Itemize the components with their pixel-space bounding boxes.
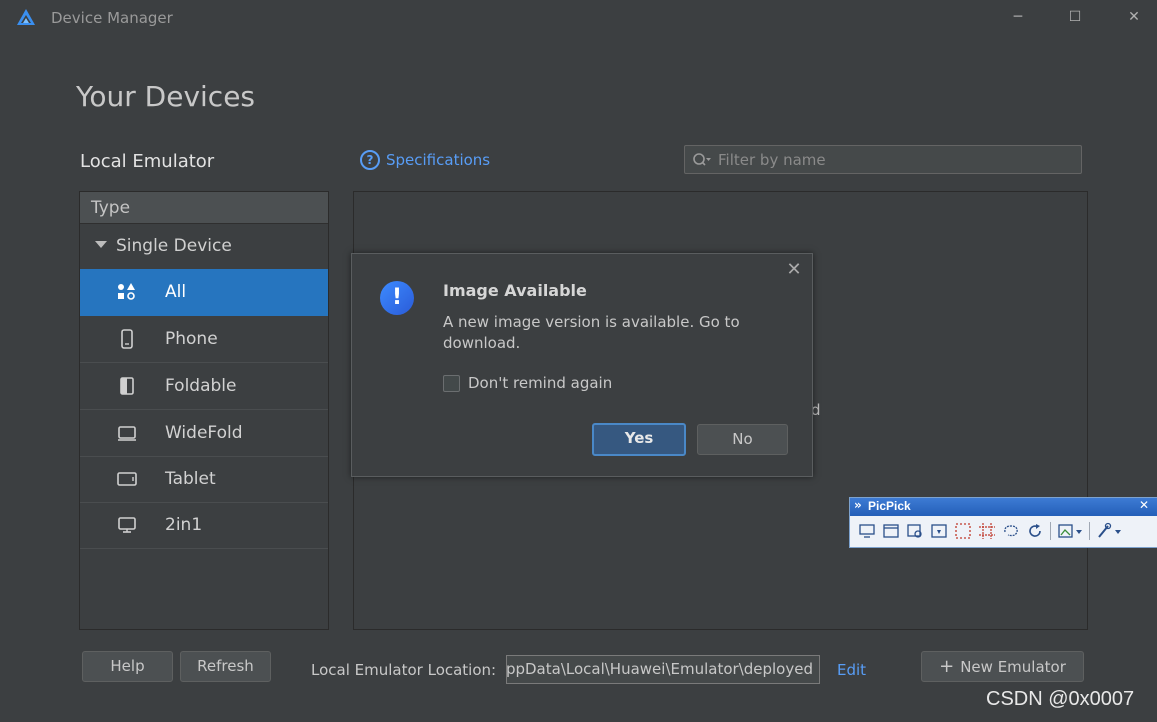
apps-grid-icon bbox=[118, 283, 135, 300]
sidebar-item-2in1[interactable]: 2in1 bbox=[80, 502, 328, 549]
group-label: Single Device bbox=[116, 236, 232, 256]
image-available-dialog: ✕ ! Image Available A new image version … bbox=[351, 253, 813, 477]
filter-box[interactable] bbox=[684, 145, 1082, 174]
repeat-capture-icon[interactable] bbox=[1026, 522, 1044, 540]
dialog-title: Image Available bbox=[443, 281, 587, 300]
foldable-icon bbox=[120, 377, 134, 395]
title-bar: Device Manager ─ ☐ ✕ bbox=[0, 0, 1157, 36]
emulator-location-field[interactable]: ppData\Local\Huawei\Emulator\deployed bbox=[506, 655, 820, 684]
sidebar-item-label: WideFold bbox=[165, 423, 243, 443]
specifications-label: Specifications bbox=[386, 151, 491, 169]
sidebar-item-foldable[interactable]: Foldable bbox=[80, 363, 328, 410]
capture-screen-icon[interactable] bbox=[858, 522, 876, 540]
dialog-message: A new image version is available. Go to … bbox=[443, 313, 740, 352]
refresh-button[interactable]: Refresh bbox=[180, 651, 271, 682]
sidebar-item-label: 2in1 bbox=[165, 515, 203, 535]
plus-icon: + bbox=[939, 656, 955, 677]
sidebar-item-label: Phone bbox=[165, 329, 218, 349]
phone-icon bbox=[121, 329, 133, 349]
location-value: ppData\Local\Huawei\Emulator\deployed bbox=[506, 660, 813, 678]
device-type-panel: Type Single Device All Phone Foldable Wi… bbox=[79, 191, 329, 630]
new-emulator-button[interactable]: + New Emulator bbox=[921, 651, 1084, 682]
search-icon bbox=[693, 152, 711, 166]
caret-down-icon[interactable] bbox=[95, 241, 107, 248]
filter-input[interactable] bbox=[716, 149, 1060, 170]
sidebar-item-phone[interactable]: Phone bbox=[80, 316, 328, 363]
sidebar-item-all[interactable]: All bbox=[80, 269, 328, 316]
watermark: CSDN @0x0007 bbox=[986, 688, 1135, 710]
laptop-icon bbox=[118, 517, 136, 533]
checkbox-label: Don't remind again bbox=[468, 374, 613, 392]
edit-location-link[interactable]: Edit bbox=[837, 661, 866, 679]
picpick-toolbar: » PicPick ✕ bbox=[849, 497, 1157, 548]
group-single-device[interactable]: Single Device bbox=[80, 224, 328, 268]
tablet-icon bbox=[117, 472, 137, 486]
picpick-title: PicPick bbox=[868, 499, 911, 513]
minimize-icon[interactable]: ─ bbox=[1003, 6, 1033, 28]
close-icon[interactable]: ✕ bbox=[1119, 6, 1149, 28]
picpick-tools bbox=[858, 522, 1122, 540]
widefold-icon bbox=[118, 426, 136, 441]
help-circle-icon: ? bbox=[360, 150, 380, 170]
expand-icon[interactable]: » bbox=[854, 498, 862, 512]
capture-window-icon[interactable] bbox=[882, 522, 900, 540]
new-emulator-label: New Emulator bbox=[960, 658, 1066, 676]
image-editor-icon[interactable] bbox=[1057, 522, 1083, 540]
sidebar-item-tablet[interactable]: Tablet bbox=[80, 456, 328, 503]
capture-fixed-region-icon[interactable] bbox=[978, 522, 996, 540]
harmony-logo-icon bbox=[17, 9, 35, 25]
window-title: Device Manager bbox=[51, 9, 173, 27]
picpick-title-bar[interactable]: » PicPick ✕ bbox=[850, 498, 1157, 516]
info-exclamation-icon: ! bbox=[380, 281, 414, 315]
checkbox-box[interactable] bbox=[443, 374, 460, 392]
toolbar-separator bbox=[1089, 522, 1090, 540]
dialog-close-icon[interactable]: ✕ bbox=[784, 260, 804, 280]
picpick-close-icon[interactable]: ✕ bbox=[1139, 498, 1149, 512]
sidebar-item-widefold[interactable]: WideFold bbox=[80, 410, 328, 457]
capture-region-icon[interactable] bbox=[954, 522, 972, 540]
section-title: Local Emulator bbox=[80, 151, 215, 172]
specifications-link[interactable]: ? Specifications bbox=[360, 150, 490, 170]
no-button[interactable]: No bbox=[697, 424, 788, 455]
maximize-icon[interactable]: ☐ bbox=[1060, 6, 1090, 28]
dont-remind-checkbox[interactable]: Don't remind again bbox=[443, 374, 612, 392]
sidebar-item-label: Tablet bbox=[165, 469, 216, 489]
capture-freehand-icon[interactable] bbox=[1002, 522, 1020, 540]
toolbar-separator bbox=[1050, 522, 1051, 540]
location-label: Local Emulator Location: bbox=[311, 661, 497, 679]
capture-scroll-icon[interactable] bbox=[930, 522, 948, 540]
sidebar-item-label: All bbox=[165, 282, 187, 302]
help-button[interactable]: Help bbox=[82, 651, 173, 682]
yes-button[interactable]: Yes bbox=[592, 423, 686, 456]
tools-icon[interactable] bbox=[1096, 522, 1122, 540]
type-column-header: Type bbox=[80, 192, 328, 224]
page-title: Your Devices bbox=[76, 80, 256, 113]
sidebar-item-label: Foldable bbox=[165, 376, 237, 396]
type-header-label: Type bbox=[91, 198, 131, 218]
capture-control-icon[interactable] bbox=[906, 522, 924, 540]
